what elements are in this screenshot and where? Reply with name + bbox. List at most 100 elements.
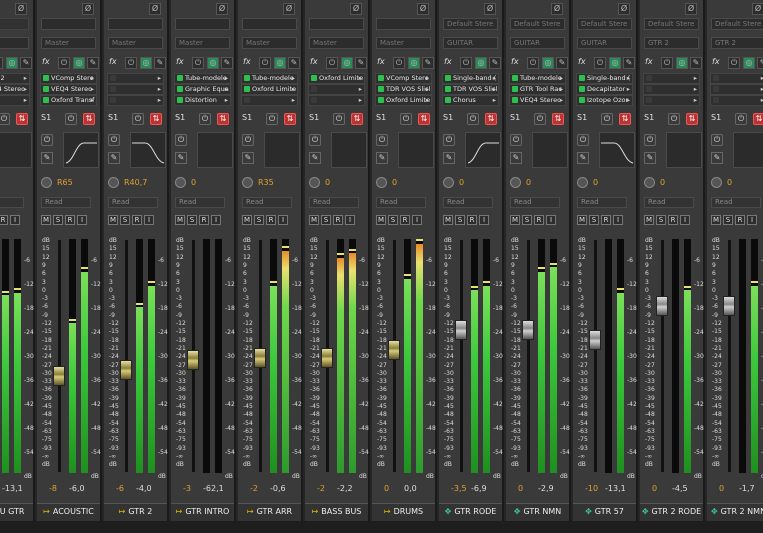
record-arm-button[interactable]: R [735, 215, 745, 225]
track-name-bar[interactable]: ↦ DRUMS [372, 503, 435, 522]
mute-button[interactable]: M [175, 215, 185, 225]
eq-power-button[interactable]: ⏻ [41, 134, 53, 146]
fx-power-button[interactable]: ⏻ [728, 57, 740, 69]
automation-mode-selector[interactable]: Read [644, 197, 694, 208]
pan-knob[interactable] [175, 177, 186, 188]
insert-slot[interactable]: Decapitator ▸ [576, 84, 633, 95]
insert-slot[interactable]: Oxford Limite ▸ [241, 84, 298, 95]
input-selector[interactable]: Default Stere [644, 18, 699, 30]
input-monitor-button[interactable]: I [278, 215, 288, 225]
fx-edit-button[interactable]: ✎ [221, 57, 233, 69]
insert-slot[interactable]: ▸ [241, 95, 298, 106]
insert-slot[interactable]: ▸ [107, 84, 164, 95]
send-pre-fader-button[interactable]: ⇅ [485, 113, 497, 125]
input-selector[interactable] [0, 18, 29, 30]
insert-slot[interactable]: TDR VOS Slicl ▸ [442, 84, 499, 95]
volume-fader[interactable] [522, 320, 534, 340]
fx-bypass-button[interactable]: ◎ [274, 57, 286, 69]
eq-curve[interactable] [130, 132, 166, 168]
pan-knob[interactable] [510, 177, 521, 188]
fx-bypass-button[interactable]: ◎ [676, 57, 688, 69]
fx-edit-button[interactable]: ✎ [288, 57, 300, 69]
automation-mode-selector[interactable]: Read [41, 197, 91, 208]
eq-power-button[interactable]: ⏻ [175, 134, 187, 146]
solo-button[interactable]: S [254, 215, 264, 225]
solo-button[interactable]: S [321, 215, 331, 225]
insert-slot[interactable]: ▸ [710, 73, 763, 84]
pan-knob[interactable] [376, 177, 387, 188]
automation-mode-selector[interactable]: Read [309, 197, 359, 208]
record-arm-button[interactable]: R [132, 215, 142, 225]
input-monitor-button[interactable]: I [211, 215, 221, 225]
send-pre-fader-button[interactable]: ⇅ [552, 113, 564, 125]
input-selector[interactable]: Default Stere [711, 18, 763, 30]
automation-mode-selector[interactable]: Read [577, 197, 627, 208]
mute-button[interactable]: M [242, 215, 252, 225]
automation-mode-selector[interactable]: Read [510, 197, 560, 208]
send-power-button[interactable]: ⏻ [0, 113, 10, 125]
eq-curve[interactable] [0, 132, 32, 168]
volume-fader[interactable] [388, 340, 400, 360]
mute-button[interactable]: M [376, 215, 386, 225]
send-power-button[interactable]: ⏻ [199, 113, 211, 125]
fx-power-button[interactable]: ⏻ [125, 57, 137, 69]
input-selector[interactable] [309, 18, 364, 30]
send-pre-fader-button[interactable]: ⇅ [351, 113, 363, 125]
fx-bypass-button[interactable]: ◎ [408, 57, 420, 69]
output-selector[interactable] [0, 37, 29, 49]
fx-edit-button[interactable]: ✎ [690, 57, 702, 69]
mute-button[interactable]: M [108, 215, 118, 225]
fx-edit-button[interactable]: ✎ [623, 57, 635, 69]
insert-slot[interactable]: Oxford Limite ▸ [375, 95, 432, 106]
send-pre-fader-button[interactable]: ⇅ [16, 113, 28, 125]
pan-knob[interactable] [577, 177, 588, 188]
fx-power-button[interactable]: ⏻ [259, 57, 271, 69]
eq-power-button[interactable]: ⏻ [711, 134, 723, 146]
output-selector[interactable]: GTR 2 [644, 37, 699, 49]
fx-bypass-button[interactable]: ◎ [207, 57, 219, 69]
fx-bypass-button[interactable]: ◎ [140, 57, 152, 69]
input-selector[interactable] [242, 18, 297, 30]
volume-fader[interactable] [321, 348, 333, 368]
phase-invert-button[interactable]: Ø [484, 3, 496, 15]
pan-knob[interactable] [644, 177, 655, 188]
insert-slot[interactable]: GTR Tool Rac ▸ [509, 84, 566, 95]
pan-knob[interactable] [443, 177, 454, 188]
solo-button[interactable]: S [187, 215, 197, 225]
eq-curve[interactable] [398, 132, 434, 168]
eq-edit-icon[interactable]: ✎ [644, 152, 656, 164]
track-name-bar[interactable]: ↦ GTR ARR [238, 503, 301, 522]
insert-slot[interactable]: Tube-modele ▸ [509, 73, 566, 84]
fx-edit-button[interactable]: ✎ [154, 57, 166, 69]
record-arm-button[interactable]: R [199, 215, 209, 225]
eq-curve[interactable] [465, 132, 501, 168]
insert-slot[interactable]: ▸ [643, 84, 700, 95]
eq-curve[interactable] [197, 132, 233, 168]
eq-curve[interactable] [666, 132, 702, 168]
output-selector[interactable]: GUITAR [510, 37, 565, 49]
eq-curve[interactable] [599, 132, 635, 168]
send-power-button[interactable]: ⏻ [132, 113, 144, 125]
fx-power-button[interactable]: ⏻ [192, 57, 204, 69]
eq-edit-icon[interactable]: ✎ [108, 152, 120, 164]
fx-bypass-button[interactable]: ◎ [341, 57, 353, 69]
eq-power-button[interactable]: ⏻ [376, 134, 388, 146]
fx-bypass-button[interactable]: ◎ [73, 57, 85, 69]
insert-slot[interactable]: ▸ [308, 95, 365, 106]
send-power-button[interactable]: ⏻ [601, 113, 613, 125]
phase-invert-button[interactable]: Ø [149, 3, 161, 15]
output-selector[interactable]: Master [175, 37, 230, 49]
input-monitor-button[interactable]: I [479, 215, 489, 225]
insert-slot[interactable]: ▸ [710, 95, 763, 106]
solo-button[interactable]: S [53, 215, 63, 225]
fx-bypass-button[interactable]: ◎ [542, 57, 554, 69]
eq-power-button[interactable]: ⏻ [108, 134, 120, 146]
pan-knob[interactable] [242, 177, 253, 188]
eq-curve[interactable] [733, 132, 763, 168]
solo-button[interactable]: S [656, 215, 666, 225]
phase-invert-button[interactable]: Ø [216, 3, 228, 15]
send-pre-fader-button[interactable]: ⇅ [83, 113, 95, 125]
insert-slot[interactable]: ▸ [107, 73, 164, 84]
eq-edit-icon[interactable]: ✎ [510, 152, 522, 164]
mute-button[interactable]: M [309, 215, 319, 225]
